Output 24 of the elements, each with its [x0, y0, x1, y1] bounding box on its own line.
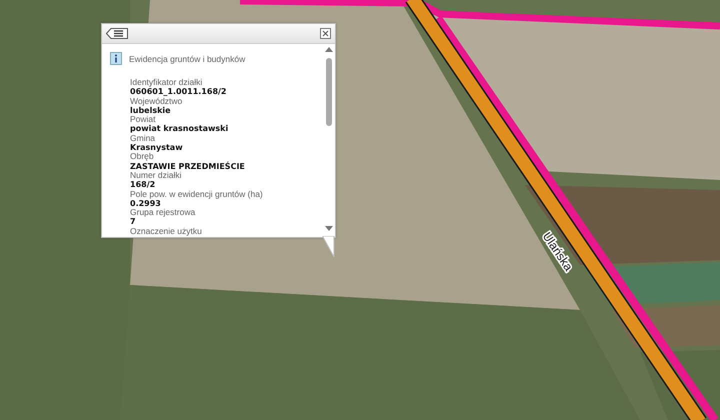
close-button[interactable]: [320, 28, 331, 39]
field-label: Grupa rejestrowa: [130, 208, 196, 218]
popup-title: Ewidencja gruntów i budynków: [129, 54, 246, 64]
info-icon: [110, 52, 122, 65]
field-value: ZASTAWIE PRZEDMIEŚCIE: [130, 162, 246, 171]
field-label: Oznaczenie użytku: [130, 226, 203, 236]
field-value: 168/2: [130, 180, 156, 190]
field-value: lubelskie: [130, 106, 171, 116]
list-icon: [106, 28, 128, 39]
field-value: 7: [130, 217, 136, 227]
field-label: Obręb: [130, 152, 154, 162]
field-label: Gmina: [130, 134, 156, 144]
scroll-up-icon[interactable]: [325, 47, 333, 52]
scroll-down-icon[interactable]: [325, 226, 333, 231]
back-to-list-button[interactable]: [106, 28, 128, 39]
field-label: Województwo: [130, 96, 182, 106]
field-label: Numer działki: [130, 170, 182, 180]
field-value: 0.2993: [130, 198, 161, 208]
field-label: Identyfikator działki: [130, 78, 204, 88]
field-label: Pole pow. w ewidencji gruntów (ha): [130, 190, 264, 199]
field-value: Krasnystaw: [130, 143, 184, 152]
field-label: Powiat: [130, 115, 157, 124]
field-value: powiat krasnostawski: [130, 124, 230, 134]
field-value: 060601_1.0011.168/2: [130, 87, 228, 97]
